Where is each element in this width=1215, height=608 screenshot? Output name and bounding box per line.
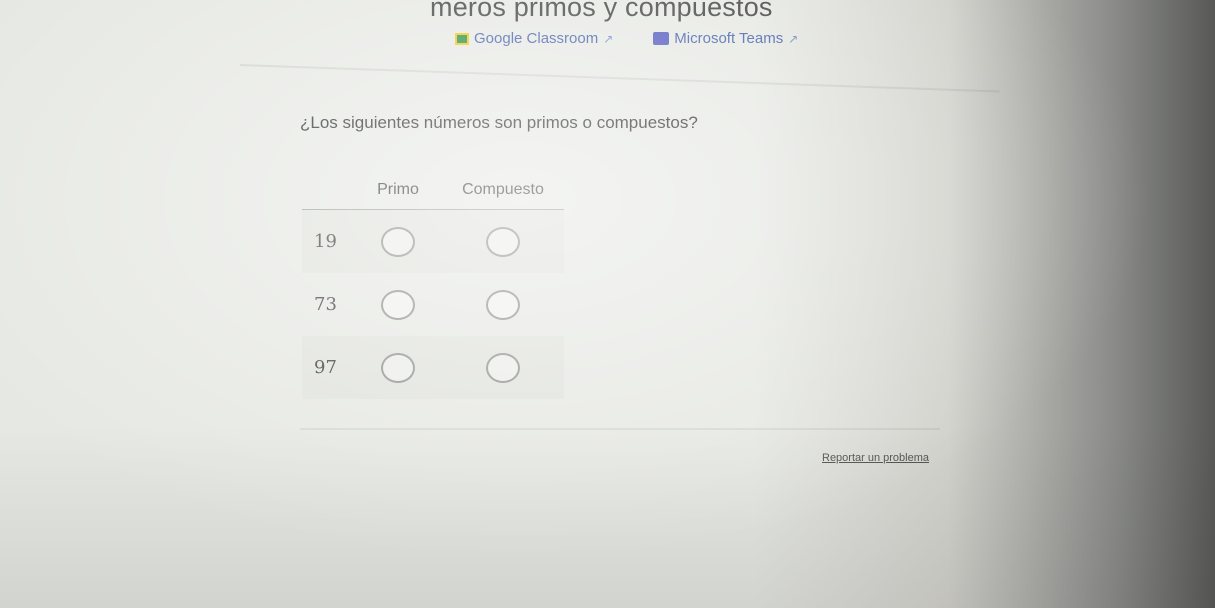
photo-lighting-overlay (0, 0, 1215, 608)
page-title: meros primos y compuestos (430, 0, 773, 22)
header-primo: Primo (377, 180, 419, 198)
primo-cell (354, 289, 442, 320)
external-link-icon: ↗ (788, 31, 799, 46)
compuesto-cell (442, 352, 564, 383)
report-problem-link[interactable]: Reportar un problema (822, 452, 929, 464)
grid-row: 73 (302, 273, 564, 336)
question-text: ¿Los siguientes números son primos o com… (300, 113, 698, 132)
share-links: Google Classroom ↗ Microsoft Teams ↗ (455, 30, 798, 47)
grid-row: 97 (302, 336, 564, 399)
answer-grid: Primo Compuesto 19 73 97 (302, 170, 564, 399)
primo-cell (354, 226, 442, 257)
google-classroom-link[interactable]: Google Classroom ↗ (455, 30, 613, 47)
microsoft-teams-label: Microsoft Teams (674, 30, 784, 47)
compuesto-cell (442, 289, 564, 320)
primo-radio[interactable] (381, 226, 415, 257)
primo-radio[interactable] (381, 352, 415, 383)
grid-row: 19 (302, 210, 564, 273)
compuesto-radio[interactable] (486, 226, 520, 257)
external-link-icon: ↗ (603, 31, 614, 46)
header-compuesto: Compuesto (462, 180, 544, 198)
grid-header: Primo Compuesto (302, 170, 564, 210)
compuesto-radio[interactable] (486, 352, 520, 383)
primo-cell (354, 352, 442, 383)
top-divider (239, 64, 1000, 93)
row-number: 97 (314, 357, 337, 378)
row-number: 73 (314, 294, 337, 315)
microsoft-teams-link[interactable]: Microsoft Teams ↗ (653, 30, 798, 47)
row-number: 19 (314, 231, 337, 252)
google-classroom-icon (455, 32, 469, 45)
microsoft-teams-icon (653, 32, 670, 45)
bottom-divider (300, 428, 940, 430)
compuesto-cell (442, 226, 564, 257)
primo-radio[interactable] (381, 289, 415, 320)
google-classroom-label: Google Classroom (474, 30, 599, 47)
compuesto-radio[interactable] (486, 289, 520, 320)
